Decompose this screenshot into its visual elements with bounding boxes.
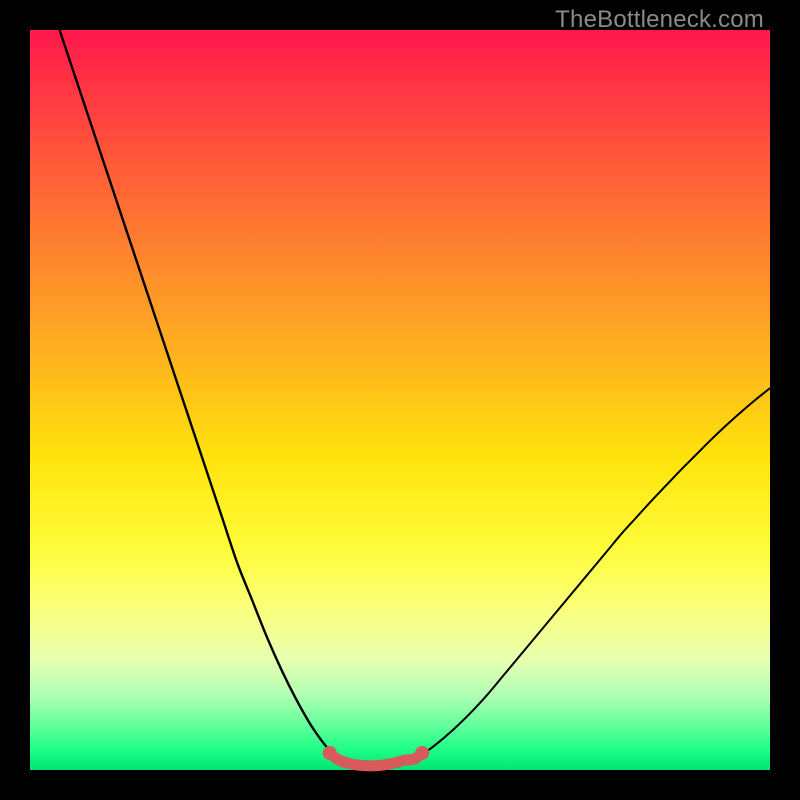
right-branch-curve <box>415 388 770 759</box>
valley-highlight-curve <box>330 753 423 766</box>
curve-layer <box>30 30 770 770</box>
plot-area <box>30 30 770 770</box>
valley-endcap-left <box>323 746 337 760</box>
valley-endcap-right <box>415 746 429 760</box>
left-branch-curve <box>60 30 338 759</box>
chart-frame: TheBottleneck.com <box>0 0 800 800</box>
